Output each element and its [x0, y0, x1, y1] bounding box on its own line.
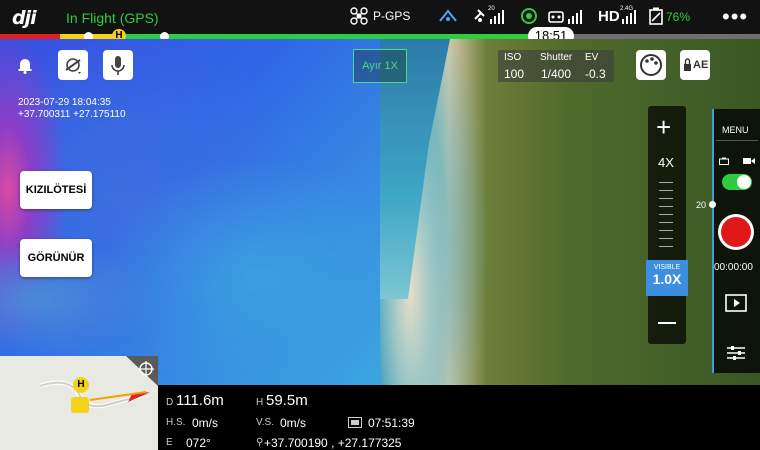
thermal-timestamp: 2023-07-29 18:04:35 +37.700311 +27.17511…	[18, 97, 126, 121]
zoom-tick	[659, 182, 673, 183]
flight-status[interactable]: In Flight (GPS)	[66, 10, 159, 26]
zoom-out-button[interactable]	[658, 322, 676, 324]
gimbal-icon	[65, 58, 81, 74]
dji-logo[interactable]: dji	[12, 7, 37, 29]
zoom-max-label[interactable]: 4X	[658, 155, 674, 170]
datetime-text: 2023-07-29 18:04:35	[18, 97, 111, 108]
zoom-tick	[659, 214, 673, 215]
gps-position: +37.700190 , +27.177325	[264, 436, 402, 450]
zoom-tick	[659, 222, 673, 223]
zoom-mode: VISIBLE	[653, 264, 681, 271]
rail-divider	[716, 140, 758, 141]
zoom-in-button[interactable]: +	[656, 112, 671, 143]
battery-percent: 76%	[666, 10, 691, 24]
shutter-label: Shutter	[540, 52, 573, 63]
record-time: 00:00:00	[714, 262, 753, 273]
wind-icon[interactable]	[438, 7, 458, 25]
ae-label: AE	[693, 59, 709, 71]
zoom-current[interactable]: VISIBLE 1.0X	[646, 260, 688, 296]
ev-value[interactable]: -0.3	[585, 67, 606, 81]
hd-label: HD	[598, 8, 620, 25]
distance-label: D	[166, 397, 174, 408]
hspeed-label: H.S.	[166, 417, 186, 428]
coords-text: +37.700311 +27.175110	[18, 109, 126, 120]
zoom-tick	[659, 238, 673, 239]
gimbal-button[interactable]	[58, 50, 88, 80]
record-icon	[721, 217, 751, 247]
microphone-button[interactable]	[103, 50, 133, 80]
zoom-tick	[659, 206, 673, 207]
hspeed-value: 0m/s	[192, 416, 219, 430]
thermal-view[interactable]	[0, 39, 380, 385]
heading-value: 072°	[186, 436, 211, 450]
slider-value: 20	[696, 200, 707, 210]
menu-button[interactable]: MENU	[722, 125, 749, 135]
zoom-tick	[659, 198, 673, 199]
gps-mode[interactable]: P-GPS	[373, 9, 410, 23]
zoom-tick	[659, 230, 673, 231]
playback-icon[interactable]	[725, 294, 747, 312]
toggle-knob	[737, 175, 751, 189]
flight-time-icon	[348, 417, 362, 428]
height-label: H	[256, 397, 264, 408]
split-button[interactable]: Ayır 1X	[353, 49, 407, 83]
photo-mode-icon[interactable]	[719, 157, 729, 165]
bell-icon[interactable]	[16, 56, 34, 74]
satellite-count: 20	[488, 6, 495, 12]
location-pin-icon: ⚲	[256, 437, 264, 448]
iso-label: ISO	[504, 52, 522, 63]
iso-value[interactable]: 100	[504, 67, 524, 81]
infrared-button[interactable]: KIZILÖTESİ	[20, 171, 92, 209]
flight-time: 07:51:39	[368, 416, 415, 430]
shutter-value[interactable]: 1/400	[541, 67, 571, 81]
battery-icon[interactable]	[648, 7, 664, 25]
height-value: 59.5m	[266, 392, 308, 409]
slider-handle[interactable]	[709, 201, 716, 208]
more-icon[interactable]: •••	[722, 4, 748, 30]
zoom-tick	[659, 246, 673, 247]
vspeed-value: 0m/s	[280, 416, 307, 430]
settings-sliders-icon[interactable]	[726, 344, 746, 362]
zoom-value: 1.0X	[652, 271, 682, 287]
telemetry-bar	[158, 385, 760, 450]
heading-label: E	[166, 437, 173, 448]
distance-value: 111.6m	[176, 392, 224, 409]
video-mode-icon[interactable]	[743, 157, 755, 165]
vision-icon[interactable]	[520, 7, 538, 25]
hd-signal-icon[interactable]	[618, 7, 638, 25]
drone-icon	[350, 7, 368, 25]
zoom-tick	[659, 190, 673, 191]
crosshair-icon[interactable]	[137, 360, 155, 378]
microphone-icon	[111, 56, 125, 75]
visible-button[interactable]: GÖRÜNÜR	[20, 239, 92, 277]
map-home-icon: H	[73, 377, 89, 393]
map-rc-icon	[71, 397, 89, 413]
color-palette-button[interactable]	[636, 50, 666, 80]
ev-label: EV	[585, 52, 599, 63]
vspeed-label: V.S.	[256, 417, 274, 428]
palette-icon	[640, 54, 662, 76]
ae-lock-button[interactable]: AE	[680, 50, 710, 80]
remote-controller-icon[interactable]	[548, 7, 584, 25]
